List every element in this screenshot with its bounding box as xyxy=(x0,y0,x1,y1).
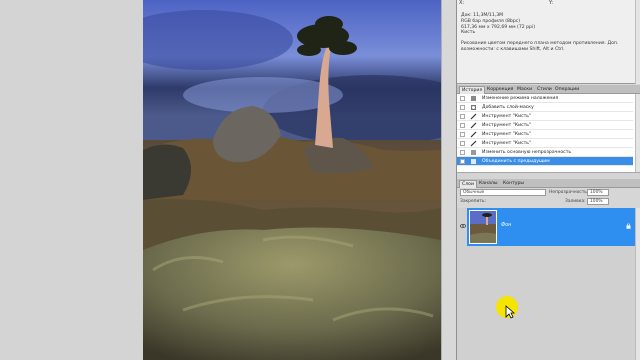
lock-label: Закрепить: xyxy=(460,199,486,204)
document-image[interactable] xyxy=(143,0,441,360)
history-tabbar: История Коррекция Маски Стили Операции xyxy=(457,85,640,94)
info-y-label: Y: xyxy=(549,0,554,6)
mouse-pointer-icon xyxy=(505,305,515,319)
history-item[interactable]: Изменить основную непрозрачность xyxy=(457,148,633,157)
fill-input[interactable]: 100% xyxy=(587,198,609,205)
tab-paths[interactable]: Контуры xyxy=(501,180,526,188)
eye-icon[interactable] xyxy=(460,224,466,228)
tab-actions[interactable]: Операции xyxy=(553,86,581,94)
layers-scrollbar[interactable] xyxy=(635,208,640,360)
layers-tabbar: Слои Каналы Контуры xyxy=(457,179,640,188)
history-item-label: Изменить основную непрозрачность xyxy=(482,150,572,155)
thumbnail-image xyxy=(470,211,496,243)
history-item-label: Объединить с предыдущим xyxy=(482,159,550,164)
layers-list: Фон xyxy=(457,208,640,360)
history-item[interactable]: Добавить слой-маску xyxy=(457,103,633,112)
canvas-workspace[interactable] xyxy=(0,0,456,360)
brush-icon xyxy=(470,122,477,129)
opacity-icon xyxy=(471,150,476,155)
history-checkbox[interactable] xyxy=(460,150,465,155)
tab-channels[interactable]: Каналы xyxy=(477,180,499,188)
tab-adjustments[interactable]: Коррекция xyxy=(485,86,515,94)
history-checkbox[interactable] xyxy=(460,114,465,119)
tab-styles[interactable]: Стили xyxy=(535,86,554,94)
tool-description: Рисование цветом переднего плана методом… xyxy=(461,41,619,52)
brush-icon xyxy=(470,113,477,120)
history-checkbox[interactable] xyxy=(460,132,465,137)
brush-icon xyxy=(470,140,477,147)
canvas-scrollbar[interactable] xyxy=(441,0,456,360)
blend-mode-select[interactable]: Обычные xyxy=(460,189,546,196)
fill-label: Заливка: xyxy=(565,199,586,204)
history-panel: Изменение режима наложения Добавить слой… xyxy=(457,94,640,172)
info-panel: X: Y: Док: 11,3M/11,3M RGB бар профиля (… xyxy=(457,0,640,84)
tab-history[interactable]: История xyxy=(459,86,486,94)
history-item-label: Изменение режима наложения xyxy=(482,96,559,101)
opacity-input[interactable]: 100% xyxy=(587,189,609,196)
history-checkbox[interactable] xyxy=(460,96,465,101)
history-checkbox[interactable] xyxy=(460,141,465,146)
history-checkbox[interactable] xyxy=(460,123,465,128)
history-scrollbar[interactable] xyxy=(635,94,640,172)
history-item[interactable]: Изменение режима наложения xyxy=(457,94,633,103)
info-scrollbar[interactable] xyxy=(635,0,640,84)
history-item-label: Добавить слой-маску xyxy=(482,105,534,110)
document-info: Док: 11,3M/11,3M RGB бар профиля (8bpc) … xyxy=(461,13,633,36)
history-checkbox[interactable] xyxy=(460,159,465,164)
history-item-label: Инструмент "Кисть" xyxy=(482,114,532,119)
tab-masks[interactable]: Маски xyxy=(515,86,534,94)
tab-layers[interactable]: Слои xyxy=(459,180,477,188)
layer-thumbnail xyxy=(469,210,497,244)
layer-row-background[interactable]: Фон xyxy=(467,208,635,246)
layers-panel: Обычные Непрозрачность: 100% Закрепить: … xyxy=(457,188,640,360)
opacity-label: Непрозрачность: xyxy=(549,190,589,195)
history-footer xyxy=(457,172,640,179)
right-panel: X: Y: Док: 11,3M/11,3M RGB бар профиля (… xyxy=(456,0,640,360)
layer-name[interactable]: Фон xyxy=(501,223,511,228)
history-item-selected[interactable]: Объединить с предыдущим xyxy=(457,157,633,166)
landscape-photo xyxy=(143,0,441,360)
mask-icon xyxy=(471,105,476,110)
blend-icon xyxy=(471,96,476,101)
lock-icon xyxy=(626,223,631,229)
history-checkbox[interactable] xyxy=(460,105,465,110)
history-item-label: Инструмент "Кисть" xyxy=(482,123,532,128)
history-item-label: Инструмент "Кисть" xyxy=(482,132,532,137)
history-item[interactable]: Инструмент "Кисть" xyxy=(457,121,633,130)
history-item[interactable]: Инструмент "Кисть" xyxy=(457,139,633,148)
merge-icon xyxy=(471,159,476,164)
history-item[interactable]: Инструмент "Кисть" xyxy=(457,130,633,139)
history-item[interactable]: Инструмент "Кисть" xyxy=(457,112,633,121)
brush-icon xyxy=(470,131,477,138)
history-item-label: Инструмент "Кисть" xyxy=(482,141,532,146)
info-x-label: X: xyxy=(459,0,465,6)
current-tool: Кисть xyxy=(461,30,476,36)
info-coordinates: X: Y: xyxy=(459,0,633,10)
